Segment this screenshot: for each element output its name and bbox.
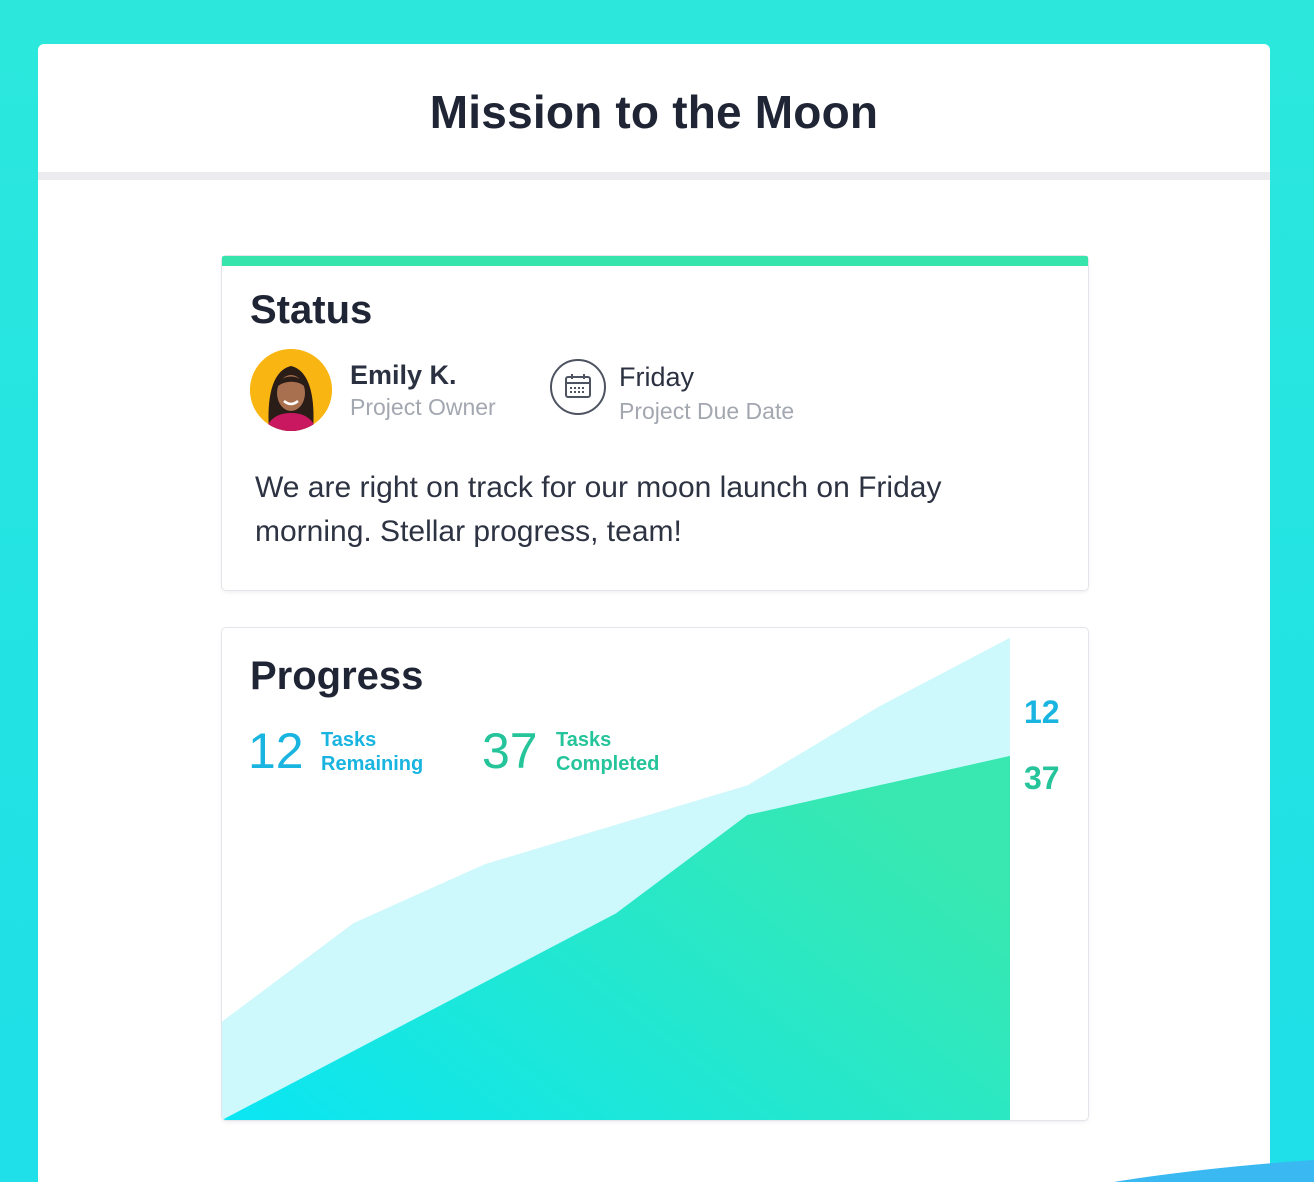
status-message: We are right on track for our moon launc…: [255, 471, 942, 548]
due-date-label: Project Due Date: [619, 398, 795, 424]
tasks-remaining-count: 12: [248, 723, 304, 779]
status-card: Status Emily K. Project Owner Friday Pro…: [222, 256, 1088, 590]
tasks-completed-count: 37: [482, 723, 538, 779]
avatar[interactable]: [250, 349, 332, 431]
end-label-remaining: 12: [1024, 694, 1060, 730]
corner-decoration: [1114, 1160, 1314, 1182]
page-title: Mission to the Moon: [429, 86, 879, 138]
end-label-completed: 37: [1024, 760, 1060, 796]
status-accent-bar: [222, 256, 1088, 266]
tasks-completed-label: Tasks Completed: [556, 729, 660, 775]
project-panel: Mission to the Moon Status Emily K. Proj…: [38, 44, 1270, 1182]
status-heading: Status: [250, 288, 373, 332]
progress-card: Progress 12 Tasks Remaining 37 Tasks Com…: [222, 628, 1088, 1120]
owner-name: Emily K.: [350, 360, 457, 390]
tasks-remaining-label: Tasks Remaining: [321, 729, 424, 775]
progress-chart: [222, 637, 1010, 1120]
owner-role: Project Owner: [350, 394, 496, 420]
progress-heading: Progress: [250, 654, 424, 698]
due-date: Friday: [619, 362, 695, 392]
panel-header: Mission to the Moon: [38, 44, 1270, 180]
calendar-icon: [550, 359, 606, 415]
